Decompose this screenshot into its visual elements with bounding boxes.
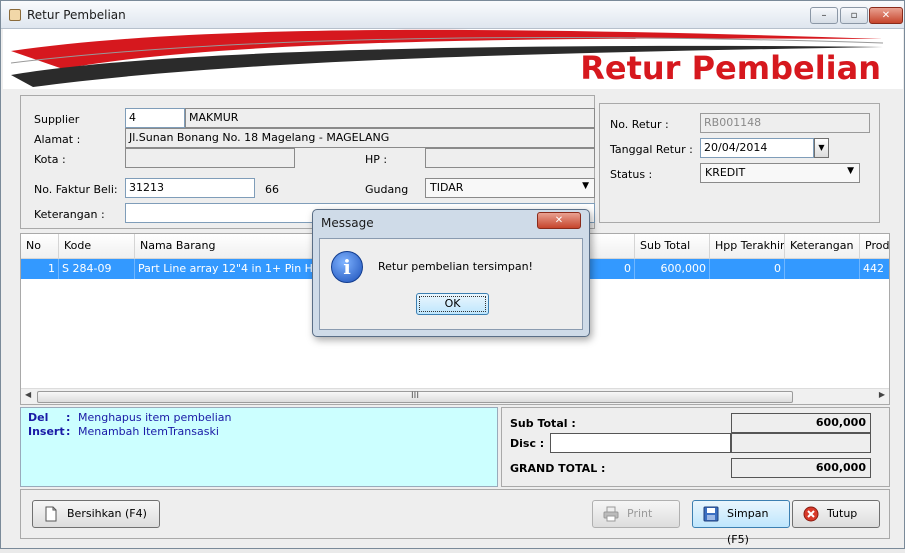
cell-hpp: 0 (710, 259, 785, 279)
col-nama-barang[interactable]: Nama Barang (135, 234, 335, 258)
tanggal-retur-label: Tanggal Retur : (610, 143, 693, 156)
cell-no: 1 (21, 259, 59, 279)
cell-kode: S 284-09 (59, 259, 135, 279)
supplier-name-field: MAKMUR (185, 108, 595, 128)
dialog-title: Message (321, 216, 374, 230)
del-text: Menghapus item pembelian (78, 411, 232, 424)
close-circle-icon (803, 506, 819, 522)
retur-pembelian-window: Retur Pembelian – ▫ ✕ Retur Pembelian Su… (0, 0, 905, 549)
col-keterangan[interactable]: Keterangan (785, 234, 860, 258)
bersihkan-button[interactable]: Bersihkan (F4) (32, 500, 160, 528)
grand-total-label: GRAND TOTAL : (510, 462, 606, 475)
shortcut-help-panel: Del : Menghapus item pembelian Insert : … (20, 407, 498, 487)
minimize-button[interactable]: – (810, 7, 838, 24)
gudang-select[interactable]: TIDAR ▼ (425, 178, 595, 198)
java-app-icon (9, 9, 21, 21)
col-hpp-terakhir[interactable]: Hpp Terakhir (710, 234, 785, 258)
window-title: Retur Pembelian (27, 8, 126, 22)
status-select[interactable]: KREDIT ▼ (700, 163, 860, 183)
hp-field (425, 148, 595, 168)
col-no[interactable]: No (21, 234, 59, 258)
col-sub-total[interactable]: Sub Total (635, 234, 710, 258)
del-key: Del (28, 411, 49, 424)
title-bar[interactable]: Retur Pembelian – ▫ ✕ (1, 1, 904, 29)
banner-title: Retur Pembelian (580, 49, 881, 87)
cell-subtotal: 600,000 (635, 259, 710, 279)
scroll-left-icon[interactable]: ◀ (25, 390, 31, 399)
disc-input[interactable] (550, 433, 731, 453)
maximize-button[interactable]: ▫ (840, 7, 868, 24)
gudang-label: Gudang (365, 183, 409, 196)
totals-panel: Sub Total : 600,000 Disc : GRAND TOTAL :… (501, 407, 890, 487)
disc-label: Disc : (510, 437, 545, 450)
dialog-message: Retur pembelian tersimpan! (378, 260, 533, 273)
kota-label: Kota : (34, 153, 66, 166)
faktur-extra: 66 (265, 183, 279, 196)
tanggal-retur-field[interactable]: 20/04/2014 (700, 138, 814, 158)
col-kode[interactable]: Kode (59, 234, 135, 258)
cell-nama: Part Line array 12"4 in 1+ Pin Hitam (135, 259, 335, 279)
dialog-close-button[interactable]: ✕ (537, 212, 581, 229)
kota-field (125, 148, 295, 168)
bersihkan-label: Bersihkan (F4) (67, 507, 147, 520)
faktur-field[interactable]: 31213 (125, 178, 255, 198)
simpan-label: Simpan (F5) (727, 507, 769, 546)
disc-amount-field (731, 433, 871, 453)
keterangan-label: Keterangan : (34, 208, 105, 221)
scroll-thumb[interactable]: III (37, 391, 793, 403)
print-button[interactable]: Print (592, 500, 680, 528)
insert-key: Insert (28, 425, 65, 438)
new-document-icon (45, 506, 57, 522)
retur-panel: No. Retur : RB001148 Tanggal Retur : 20/… (599, 103, 880, 223)
chevron-down-icon: ▼ (582, 181, 589, 191)
status-value: KREDIT (705, 166, 746, 179)
message-dialog[interactable]: Message ✕ i Retur pembelian tersimpan! O… (312, 209, 590, 337)
button-bar: Bersihkan (F4) Print Simpan (F5) Tutup (20, 489, 890, 546)
chevron-down-icon: ▼ (847, 166, 854, 176)
horizontal-scrollbar[interactable]: ◀ III ▶ (21, 388, 889, 404)
supplier-label: Supplier (34, 113, 80, 126)
faktur-label: No. Faktur Beli: (34, 183, 118, 196)
supplier-code-field[interactable]: 4 (125, 108, 185, 128)
subtotal-field: 600,000 (731, 413, 871, 433)
gudang-value: TIDAR (430, 181, 464, 194)
col-produ[interactable]: Produ (860, 234, 889, 258)
tutup-label: Tutup (827, 507, 858, 520)
print-label: Print (627, 507, 653, 520)
cell-keterangan (785, 259, 860, 279)
hp-label: HP : (365, 153, 388, 166)
del-sep: : (66, 411, 71, 424)
cell-produ: 442 (860, 259, 889, 279)
info-icon: i (331, 251, 363, 283)
tutup-button[interactable]: Tutup (792, 500, 880, 528)
alamat-field: Jl.Sunan Bonang No. 18 Magelang - MAGELA… (125, 128, 595, 148)
no-retur-field: RB001148 (700, 113, 870, 133)
subtotal-label: Sub Total : (510, 417, 576, 430)
alamat-label: Alamat : (34, 133, 81, 146)
insert-sep: : (66, 425, 71, 438)
save-disk-icon (703, 506, 719, 522)
date-picker-button[interactable]: ▼ (814, 138, 829, 158)
header-banner: Retur Pembelian (3, 29, 903, 89)
no-retur-label: No. Retur : (610, 118, 669, 131)
printer-icon (603, 506, 619, 522)
scroll-grip: III (411, 391, 419, 401)
close-window-button[interactable]: ✕ (869, 7, 903, 24)
status-label: Status : (610, 168, 653, 181)
scroll-right-icon[interactable]: ▶ (879, 390, 885, 399)
grand-total-field: 600,000 (731, 458, 871, 478)
insert-text: Menambah ItemTransaski (78, 425, 219, 438)
ok-button[interactable]: OK (416, 293, 489, 315)
simpan-button[interactable]: Simpan (F5) (692, 500, 790, 546)
dialog-body: i Retur pembelian tersimpan! OK (319, 238, 583, 330)
